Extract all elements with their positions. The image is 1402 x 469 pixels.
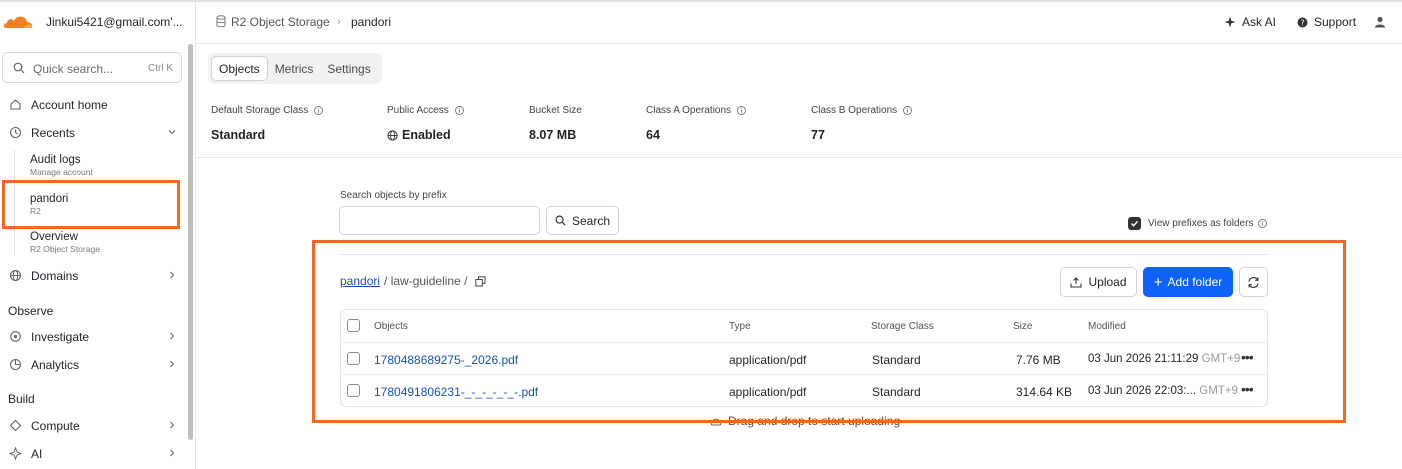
nav-ai-label: AI — [31, 447, 43, 461]
stat-value: 64 — [646, 128, 660, 142]
nav-ai[interactable]: AI — [0, 442, 186, 466]
nav-account-home[interactable]: Account home — [0, 93, 186, 117]
prefix-search-button[interactable]: Search — [546, 206, 619, 235]
highlight-box-sidebar — [2, 180, 180, 229]
stat-label: Class B Operations — [811, 105, 898, 116]
nav-account-home-label: Account home — [31, 98, 108, 112]
stat-label: Default Storage Class — [211, 105, 309, 116]
chevron-down-icon — [168, 130, 176, 135]
chevron-right-icon — [170, 449, 175, 457]
recent-overview[interactable]: Overview R2 Object Storage — [30, 231, 100, 254]
section-build: Build — [8, 392, 35, 406]
stat-value: Standard — [211, 128, 266, 142]
stat-public-access: Public Access Enabled — [387, 105, 464, 142]
globe-icon — [9, 269, 22, 282]
info-icon[interactable] — [1258, 219, 1268, 228]
stat-label: Bucket Size — [529, 105, 582, 116]
chevron-right-icon — [170, 271, 175, 279]
nav-investigate[interactable]: Investigate — [0, 325, 186, 349]
nav-recents[interactable]: Recents — [0, 121, 186, 145]
sidebar-scrollbar[interactable] — [188, 44, 193, 440]
prefix-search-label: Search objects by prefix — [340, 190, 447, 201]
stat-bucket-size: Bucket Size 8.07 MB — [529, 105, 582, 142]
info-icon[interactable] — [737, 106, 746, 115]
account-email: Jinkui5421@gmail.com'... — [46, 15, 183, 29]
user-icon[interactable] — [1374, 16, 1386, 28]
help-icon: ? — [1297, 17, 1308, 27]
nav-analytics-label: Analytics — [31, 358, 80, 372]
view-prefixes-toggle[interactable]: View prefixes as folders — [1128, 217, 1268, 230]
prefix-search-input[interactable] — [339, 206, 540, 235]
quick-search-input[interactable]: Quick search... Ctrl K — [2, 52, 182, 83]
account-switcher[interactable]: Jinkui5421@gmail.com'... — [0, 2, 196, 44]
support-button[interactable]: ? Support — [1297, 15, 1356, 29]
ask-ai-label: Ask AI — [1242, 15, 1277, 29]
svg-text:?: ? — [1301, 18, 1305, 27]
nav-investigate-label: Investigate — [31, 330, 90, 344]
info-icon[interactable] — [314, 106, 324, 115]
breadcrumb-service[interactable]: R2 Object Storage — [231, 15, 330, 29]
stat-label: Public Access — [387, 105, 449, 116]
divider — [196, 157, 1402, 158]
nav-recents-label: Recents — [31, 126, 76, 140]
check-icon — [1131, 220, 1139, 227]
breadcrumb-bucket: pandori — [351, 15, 392, 29]
sidebar: Jinkui5421@gmail.com'... Quick search...… — [0, 2, 196, 469]
view-prefixes-checkbox[interactable] — [1128, 217, 1141, 230]
tab-metrics[interactable]: Metrics — [268, 56, 321, 81]
tab-objects[interactable]: Objects — [211, 56, 268, 81]
info-icon[interactable] — [903, 106, 913, 115]
sparkle-icon — [1224, 16, 1236, 28]
home-icon — [10, 99, 21, 110]
highlight-box-objects — [312, 240, 1346, 423]
recent-audit-logs-title: Audit logs — [30, 154, 81, 166]
info-icon[interactable] — [454, 106, 464, 115]
nav-domains[interactable]: Domains — [0, 264, 186, 288]
nav-analytics[interactable]: Analytics — [0, 353, 186, 377]
breadcrumb-separator-icon: › — [337, 16, 341, 28]
recent-overview-subtitle: R2 Object Storage — [30, 244, 100, 254]
quick-search-placeholder: Quick search... — [33, 62, 114, 76]
view-prefixes-label: View prefixes as folders — [1148, 218, 1254, 229]
stat-default-storage-class: Default Storage Class Standard — [211, 105, 324, 142]
nav-domains-label: Domains — [31, 269, 79, 283]
globe-icon — [387, 129, 398, 141]
recent-overview-title: Overview — [30, 231, 78, 243]
bucket-tabs: Objects Metrics Settings — [208, 53, 382, 84]
chevron-right-icon — [170, 360, 175, 368]
recent-audit-logs[interactable]: Audit logs Manage account — [30, 154, 93, 177]
stat-value: 8.07 MB — [529, 128, 577, 142]
quick-search-shortcut: Ctrl K — [148, 63, 173, 74]
top-header: R2 Object Storage › pandori Ask AI ? Sup… — [196, 2, 1402, 44]
stat-value: Enabled — [402, 128, 451, 142]
cloudflare-logo-icon — [3, 16, 33, 28]
history-icon — [9, 126, 22, 139]
ask-ai-button[interactable]: Ask AI — [1224, 15, 1276, 29]
search-icon — [555, 215, 566, 226]
chevron-right-icon — [170, 421, 175, 429]
prefix-search-button-label: Search — [571, 213, 611, 228]
nav-compute-label: Compute — [31, 419, 80, 433]
chevron-right-icon — [170, 332, 175, 340]
stat-value: 77 — [811, 128, 825, 142]
investigate-icon — [10, 331, 21, 342]
support-label: Support — [1314, 15, 1357, 29]
nav-compute[interactable]: Compute — [0, 414, 186, 438]
stat-class-a-operations: Class A Operations 64 — [646, 105, 746, 142]
compute-icon — [9, 419, 22, 432]
section-observe: Observe — [8, 304, 54, 318]
recent-audit-logs-subtitle: Manage account — [30, 167, 93, 177]
tab-settings[interactable]: Settings — [320, 56, 377, 81]
search-icon — [13, 62, 25, 74]
stat-class-b-operations: Class B Operations 77 — [811, 105, 913, 142]
analytics-icon — [9, 358, 22, 371]
database-icon — [216, 15, 226, 28]
ai-icon — [9, 447, 22, 460]
stat-label: Class A Operations — [646, 105, 732, 116]
